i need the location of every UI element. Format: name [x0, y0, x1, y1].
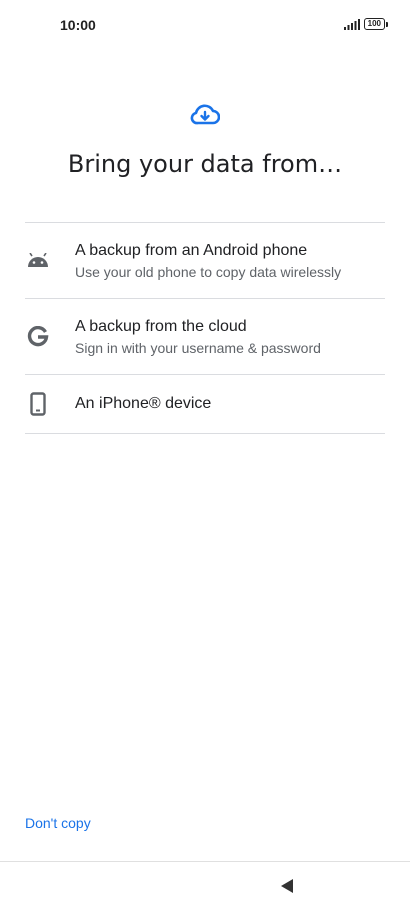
option-iphone-device[interactable]: An iPhone® device	[25, 375, 385, 434]
dont-copy-link[interactable]: Don't copy	[25, 815, 91, 831]
cloud-download-icon	[190, 104, 220, 125]
phone-icon	[25, 391, 51, 417]
option-subtitle: Sign in with your username & password	[75, 339, 321, 356]
option-title: A backup from the cloud	[75, 317, 247, 335]
status-bar: 10:00 100	[0, 0, 410, 50]
back-icon[interactable]	[281, 879, 293, 893]
battery-icon: 100	[363, 18, 388, 30]
option-subtitle: Use your old phone to copy data wireless…	[75, 263, 342, 280]
option-title: A backup from an Android phone	[75, 241, 308, 259]
battery-level: 100	[363, 18, 385, 30]
option-title: An iPhone® device	[75, 395, 212, 412]
android-icon	[25, 248, 51, 274]
page-title: Bring your data from…	[67, 150, 343, 178]
option-cloud-backup[interactable]: A backup from the cloud Sign in with you…	[25, 299, 385, 375]
google-icon	[25, 324, 51, 350]
source-options-list: A backup from an Android phone Use your …	[25, 222, 385, 434]
status-time: 10:00	[60, 17, 96, 33]
signal-icon	[343, 18, 360, 30]
status-icons: 100	[343, 18, 388, 30]
option-android-backup[interactable]: A backup from an Android phone Use your …	[25, 223, 385, 299]
navigation-bar	[0, 861, 410, 912]
